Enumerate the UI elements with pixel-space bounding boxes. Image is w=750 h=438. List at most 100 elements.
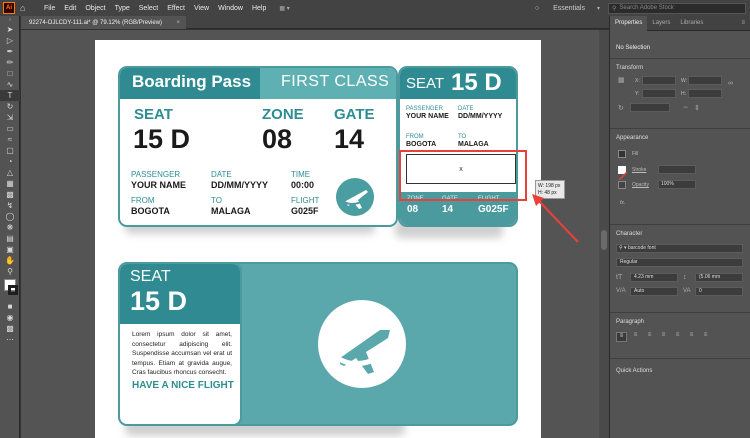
tab-layers[interactable]: Layers (647, 16, 675, 31)
free-transform-tool-icon[interactable]: ▢ (0, 145, 20, 156)
home-icon[interactable]: ⌂ (20, 3, 32, 13)
menu-view[interactable]: View (194, 5, 209, 12)
w-field[interactable] (688, 76, 722, 85)
rotate-field[interactable] (630, 103, 670, 112)
graph-tool-icon[interactable]: ▤ (0, 233, 20, 244)
direct-selection-tool-icon[interactable]: ▷ (0, 35, 20, 46)
divider (610, 128, 750, 129)
boarding-pass-back[interactable]: SEAT 15 D Lorem ipsum dolor sit amet, co… (118, 262, 518, 426)
scrollbar-thumb[interactable] (601, 230, 607, 250)
constrain-proportions-icon[interactable]: ∞ (728, 80, 733, 87)
draw-mode-icon[interactable]: ◉ (0, 312, 20, 323)
search-stock-input[interactable]: ⚲ Search Adobe Stock (608, 2, 746, 14)
artboard[interactable]: Boarding Pass FIRST CLASS SEAT 15 D ZONE… (95, 40, 541, 438)
tracking-field[interactable]: 0 (695, 287, 743, 296)
color-mode-icon[interactable]: ■ (0, 301, 20, 312)
rotate-tool-icon[interactable]: ↻ (0, 101, 20, 112)
panel-menu-icon[interactable]: ≡ (736, 16, 750, 31)
symbol-sprayer-tool-icon[interactable]: ❋ (0, 222, 20, 233)
hand-tool-icon[interactable]: ✋ (0, 255, 20, 266)
opacity-label[interactable]: Opacity (632, 182, 649, 188)
x-field[interactable] (642, 76, 676, 85)
fill-label[interactable]: Fill (632, 151, 638, 157)
workspace-switcher[interactable]: Essentials (553, 5, 585, 12)
more-tools-icon[interactable]: ⋯ (0, 334, 20, 345)
font-style-select[interactable]: Regular (616, 258, 743, 267)
justify-right-icon[interactable]: ≡ (686, 332, 697, 342)
stroke-color-well[interactable] (8, 285, 18, 295)
screen-mode-icon[interactable]: ▩ (0, 323, 20, 334)
blend-tool-icon[interactable]: ◯ (0, 211, 20, 222)
rotate-angle-icon[interactable]: ↻ (618, 104, 624, 112)
zone-label: ZONE (262, 106, 304, 123)
zoom-tool-icon[interactable]: ⚲ (0, 266, 20, 277)
flip-vertical-icon[interactable]: ⇕ (694, 104, 700, 112)
close-icon[interactable]: × (176, 20, 180, 26)
scale-tool-icon[interactable]: ⇲ (0, 112, 20, 123)
menu-type[interactable]: Type (115, 5, 130, 12)
type-tool-icon[interactable]: T (0, 90, 20, 101)
eyedropper-tool-icon[interactable]: ↯ (0, 200, 20, 211)
menu-object[interactable]: Object (85, 5, 105, 12)
align-left-icon[interactable]: ≡ (616, 332, 627, 342)
tab-properties[interactable]: Properties (610, 15, 648, 31)
paragraph-align-group: ≡ ≡ ≡ ≡ ≡ ≡ ≡ (616, 332, 711, 342)
tooltip-width: W: 198 px (538, 183, 561, 189)
chevron-down-icon[interactable]: ▾ (597, 5, 600, 12)
tab-libraries[interactable]: Libraries (675, 16, 708, 31)
font-size-field[interactable]: 4.23 mm (630, 273, 678, 282)
eraser-tool-icon[interactable]: ▭ (0, 123, 20, 134)
justify-all-icon[interactable]: ≡ (700, 332, 711, 342)
kerning-field[interactable]: Auto (630, 287, 678, 296)
h-field[interactable] (688, 89, 722, 98)
font-family-select[interactable]: ⚲ ▾ barcode font (616, 244, 743, 253)
effects-button[interactable]: fx. (620, 200, 625, 206)
justify-center-icon[interactable]: ≡ (672, 332, 683, 342)
toolbar-grip[interactable]: » (0, 16, 20, 24)
opacity-field[interactable]: 100% (658, 180, 696, 189)
gate-label: GATE (334, 106, 375, 123)
selection-tool-icon[interactable]: ➤ (0, 24, 20, 35)
shape-builder-tool-icon[interactable]: ◔ (0, 156, 20, 167)
pen-tool-icon[interactable]: ✒ (0, 46, 20, 57)
gradient-tool-icon[interactable]: ▩ (0, 189, 20, 200)
menu-file[interactable]: File (44, 5, 55, 12)
artboard-tool-icon[interactable]: ▣ (0, 244, 20, 255)
back-left-panel: SEAT 15 D Lorem ipsum dolor sit amet, co… (120, 264, 242, 424)
stroke-swatch[interactable] (618, 166, 628, 181)
menu-window[interactable]: Window (218, 5, 243, 12)
leading-field[interactable]: (5.06 mm (695, 273, 743, 282)
rectangle-tool-icon[interactable]: □ (0, 68, 20, 79)
menu-help[interactable]: Help (252, 5, 266, 12)
align-right-icon[interactable]: ≡ (644, 332, 655, 342)
reference-point-icon[interactable]: ▦ (618, 76, 628, 86)
align-center-icon[interactable]: ≡ (630, 332, 641, 342)
justify-left-icon[interactable]: ≡ (658, 332, 669, 342)
y-field[interactable] (642, 89, 676, 98)
pencil-tool-icon[interactable]: ✏ (0, 57, 20, 68)
boarding-pass-main[interactable]: Boarding Pass FIRST CLASS SEAT 15 D ZONE… (118, 66, 398, 227)
canvas-workspace[interactable]: Boarding Pass FIRST CLASS SEAT 15 D ZONE… (21, 30, 609, 438)
warp-tool-icon[interactable]: ≈ (0, 134, 20, 145)
lightbulb-icon[interactable]: ○ (535, 5, 539, 12)
menu-effect[interactable]: Effect (167, 5, 185, 12)
vertical-scrollbar[interactable] (599, 30, 609, 438)
menu-edit[interactable]: Edit (64, 5, 76, 12)
perspective-grid-tool-icon[interactable]: △ (0, 167, 20, 178)
passenger-label: PASSENGER (131, 170, 181, 179)
arrange-documents-icon[interactable]: ▦ ▾ (279, 5, 289, 12)
mesh-tool-icon[interactable]: ▦ (0, 178, 20, 189)
document-tab[interactable]: 92274-OJLCDY-111.ai* @ 79.12% (RGB/Previ… (21, 16, 186, 29)
back-plane-badge (318, 300, 406, 388)
stroke-label[interactable]: Stroke (632, 167, 646, 173)
font-family-value: barcode font (627, 245, 656, 251)
boarding-pass-stub[interactable]: SEAT 15 D PASSENGER YOUR NAME DATE DD/MM… (398, 66, 518, 227)
flip-horizontal-icon[interactable]: ⇔ (682, 104, 689, 111)
document-tab-bar: 92274-OJLCDY-111.ai* @ 79.12% (RGB/Previ… (21, 16, 609, 29)
menu-select[interactable]: Select (139, 5, 158, 12)
stroke-weight-field[interactable] (658, 165, 696, 174)
brush-tool-icon[interactable]: ∿ (0, 79, 20, 90)
fill-swatch[interactable] (618, 150, 626, 158)
stub-seat-label: SEAT (406, 75, 445, 92)
flight-label: FLIGHT (291, 196, 320, 205)
